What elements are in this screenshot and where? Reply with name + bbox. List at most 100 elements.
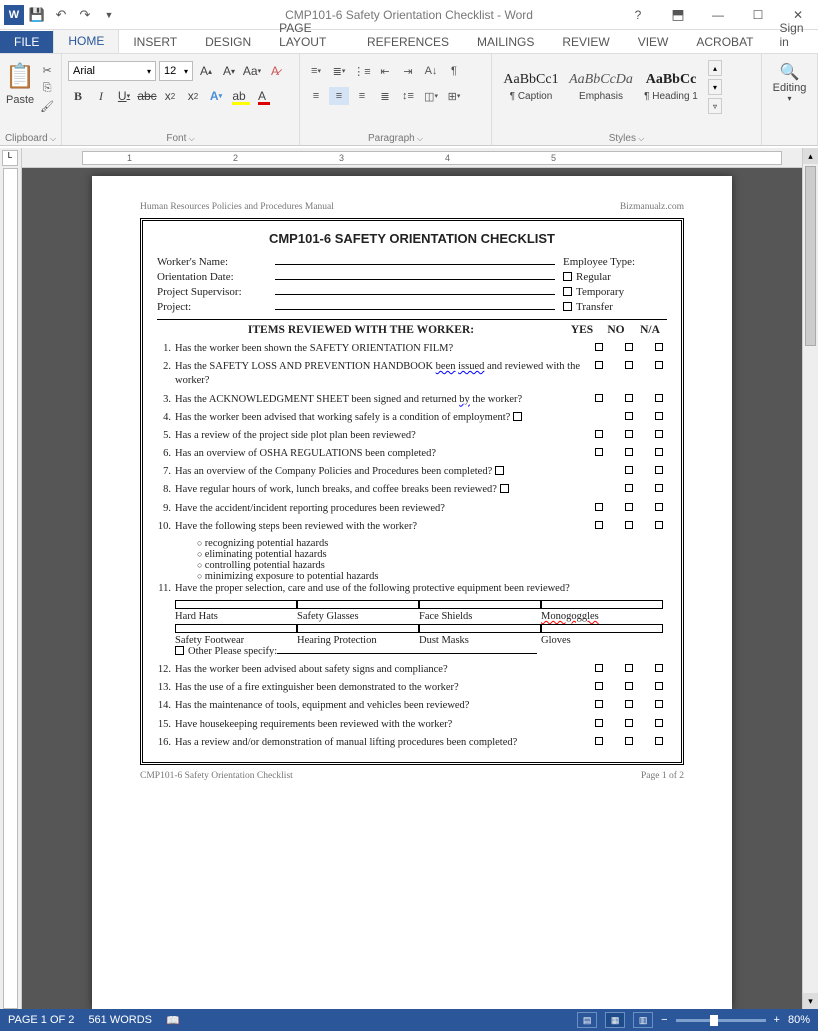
clear-format-icon[interactable]: A̷ — [265, 61, 285, 81]
outdent-icon[interactable]: ⇤ — [375, 62, 395, 80]
show-marks-icon[interactable]: ¶ — [444, 62, 464, 80]
tab-home[interactable]: HOME — [53, 29, 119, 53]
justify-icon[interactable]: ≣ — [375, 87, 395, 105]
workspace: L 12345 Human Resources Policies and Pro… — [0, 148, 818, 1009]
redo-icon[interactable]: ↷ — [74, 4, 96, 26]
strike-button[interactable]: abc — [137, 86, 157, 106]
checklist-item: 15.Have housekeeping requirements been r… — [157, 718, 667, 732]
clipboard-icon: 📋 — [6, 60, 34, 92]
font-size-select[interactable]: 12▾ — [159, 61, 193, 81]
tab-file[interactable]: FILE — [0, 31, 53, 53]
align-left-icon[interactable]: ≡ — [306, 87, 326, 105]
underline-button[interactable]: U▾ — [114, 86, 134, 106]
section-header: ITEMS REVIEWED WITH THE WORKER: — [157, 324, 565, 336]
bold-button[interactable]: B — [68, 86, 88, 106]
horizontal-ruler: 12345 — [22, 148, 802, 168]
bullets-icon[interactable]: ≡▾ — [306, 62, 326, 80]
ribbon: 📋 Paste ✂ ⎘ 🖌 Clipboard Arial▾ 12▾ A▴ A▾… — [0, 54, 818, 146]
line-spacing-icon[interactable]: ↕≡ — [398, 87, 418, 105]
minimize-button[interactable]: — — [704, 4, 732, 26]
qat-customize-icon[interactable]: ▼ — [98, 4, 120, 26]
statusbar: PAGE 1 OF 2 561 WORDS 📖 ▤ ▦ ▥ − + 80% — [0, 1009, 818, 1031]
scroll-thumb[interactable] — [805, 166, 816, 346]
multilevel-icon[interactable]: ⋮≡ — [352, 62, 372, 80]
paste-button[interactable]: 📋 Paste — [6, 56, 34, 106]
proofing-icon[interactable]: 📖 — [166, 1014, 180, 1027]
checklist-item: 9.Have the accident/incident reporting p… — [157, 502, 667, 516]
tab-references[interactable]: REFERENCES — [353, 31, 463, 53]
borders-icon[interactable]: ⊞▾ — [444, 87, 464, 105]
ribbon-options-icon[interactable]: ⬒ — [664, 4, 692, 26]
tab-design[interactable]: DESIGN — [191, 31, 265, 53]
highlight-icon[interactable]: ab — [229, 86, 249, 106]
view-print-icon[interactable]: ▦ — [605, 1012, 625, 1028]
view-read-icon[interactable]: ▤ — [577, 1012, 597, 1028]
zoom-level[interactable]: 80% — [788, 1014, 810, 1026]
grow-font-icon[interactable]: A▴ — [196, 61, 216, 81]
scroll-up-icon[interactable]: ▴ — [803, 148, 818, 164]
document-page[interactable]: Human Resources Policies and Procedures … — [92, 176, 732, 1009]
style--heading-1[interactable]: AaBbCc¶ Heading 1 — [638, 60, 704, 114]
styles-expand[interactable]: ▿ — [708, 98, 722, 114]
style--caption[interactable]: AaBbCc1¶ Caption — [498, 60, 564, 114]
checklist-item: 1.Has the worker been shown the SAFETY O… — [157, 342, 667, 356]
cut-icon[interactable]: ✂ — [38, 62, 56, 78]
zoom-in-button[interactable]: + — [774, 1014, 780, 1026]
font-name-select[interactable]: Arial▾ — [68, 61, 156, 81]
tab-review[interactable]: REVIEW — [548, 31, 623, 53]
page-header-left: Human Resources Policies and Procedures … — [140, 202, 334, 212]
font-color-icon[interactable]: A — [252, 86, 272, 106]
checklist-item: 12.Has the worker been advised about saf… — [157, 663, 667, 677]
checklist-item: 14.Has the maintenance of tools, equipme… — [157, 699, 667, 713]
styles-scroll-down[interactable]: ▾ — [708, 79, 722, 95]
style-emphasis[interactable]: AaBbCcDaEmphasis — [568, 60, 634, 114]
format-painter-icon[interactable]: 🖌 — [38, 98, 56, 114]
shading-icon[interactable]: ◫▾ — [421, 87, 441, 105]
vertical-scrollbar[interactable]: ▴ ▾ — [802, 148, 818, 1009]
ribbon-tabs: FILE HOME INSERT DESIGN PAGE LAYOUT REFE… — [0, 30, 818, 54]
checklist-item: 8.Have regular hours of work, lunch brea… — [157, 483, 667, 497]
undo-icon[interactable]: ↶ — [50, 4, 72, 26]
change-case-icon[interactable]: Aa▾ — [242, 61, 262, 81]
align-right-icon[interactable]: ≡ — [352, 87, 372, 105]
sort-icon[interactable]: A↓ — [421, 62, 441, 80]
superscript-button[interactable]: x2 — [183, 86, 203, 106]
styles-scroll-up[interactable]: ▴ — [708, 60, 722, 76]
checklist-item: 6.Has an overview of OSHA REGULATIONS be… — [157, 447, 667, 461]
group-styles-label: Styles — [492, 133, 761, 144]
checklist-item: 16.Has a review and/or demonstration of … — [157, 736, 667, 750]
checklist-item: 3.Has the ACKNOWLEDGMENT SHEET been sign… — [157, 393, 667, 407]
tab-acrobat[interactable]: ACROBAT — [682, 31, 767, 53]
page-footer-right: Page 1 of 2 — [641, 771, 684, 781]
text-effects-icon[interactable]: A▾ — [206, 86, 226, 106]
status-page[interactable]: PAGE 1 OF 2 — [8, 1014, 74, 1026]
numbering-icon[interactable]: ≣▾ — [329, 62, 349, 80]
status-words[interactable]: 561 WORDS — [88, 1014, 152, 1026]
save-icon[interactable]: 💾 — [26, 4, 48, 26]
align-center-icon[interactable]: ≡ — [329, 87, 349, 105]
editing-button[interactable]: 🔍 Editing ▾ — [769, 56, 811, 103]
sign-in-link[interactable]: Sign in — [768, 17, 818, 53]
group-paragraph-label: Paragraph — [300, 133, 491, 144]
tab-selector[interactable]: L — [2, 150, 18, 166]
titlebar: W 💾 ↶ ↷ ▼ CMP101-6 Safety Orientation Ch… — [0, 0, 818, 30]
find-icon: 🔍 — [769, 62, 811, 82]
checklist-item: 13.Has the use of a fire extinguisher be… — [157, 681, 667, 695]
tab-view[interactable]: VIEW — [624, 31, 683, 53]
shrink-font-icon[interactable]: A▾ — [219, 61, 239, 81]
scroll-down-icon[interactable]: ▾ — [803, 993, 818, 1009]
copy-icon[interactable]: ⎘ — [38, 80, 56, 96]
view-web-icon[interactable]: ▥ — [633, 1012, 653, 1028]
checklist-item: 5.Has a review of the project side plot … — [157, 429, 667, 443]
help-icon[interactable]: ? — [624, 4, 652, 26]
zoom-slider[interactable] — [676, 1019, 766, 1022]
doc-title: CMP101-6 SAFETY ORIENTATION CHECKLIST — [157, 231, 667, 246]
zoom-out-button[interactable]: − — [661, 1014, 667, 1026]
tab-page-layout[interactable]: PAGE LAYOUT — [265, 17, 353, 53]
tab-mailings[interactable]: MAILINGS — [463, 31, 548, 53]
checklist-item: 10.Have the following steps been reviewe… — [157, 520, 667, 534]
subscript-button[interactable]: x2 — [160, 86, 180, 106]
tab-insert[interactable]: INSERT — [119, 31, 191, 53]
indent-icon[interactable]: ⇥ — [398, 62, 418, 80]
italic-button[interactable]: I — [91, 86, 111, 106]
